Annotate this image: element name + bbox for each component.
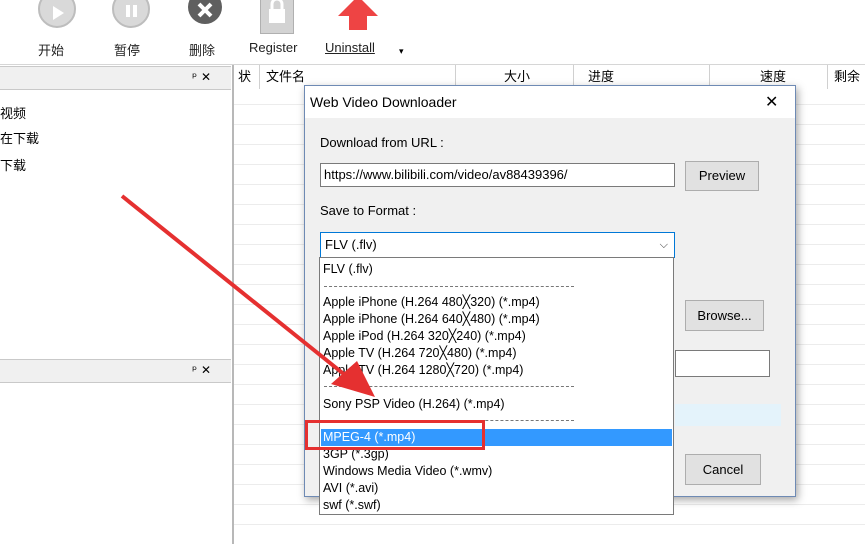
annotation-highlight-box (305, 420, 485, 450)
annotation-arrow (120, 194, 375, 397)
